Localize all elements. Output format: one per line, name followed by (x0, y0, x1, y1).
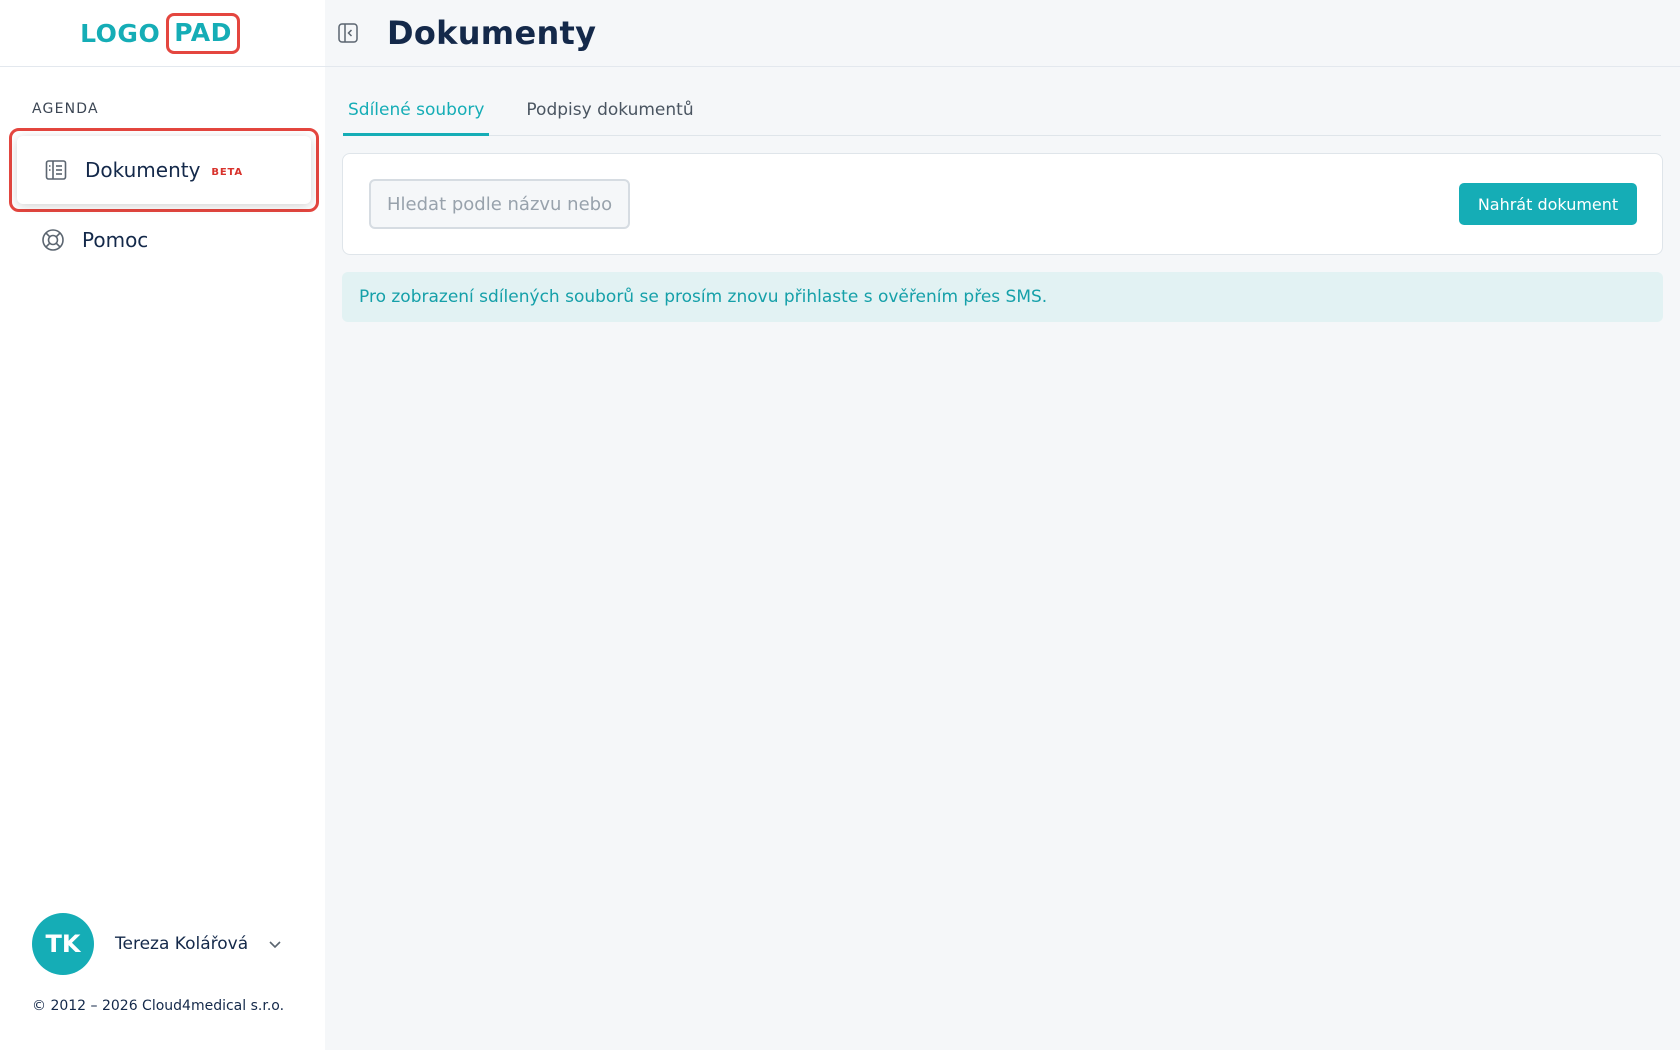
chevron-down-icon[interactable] (268, 937, 282, 951)
copyright: © 2012 – 2026 Cloud4medical s.r.o. (32, 998, 285, 1014)
lifebuoy-icon (40, 227, 66, 253)
tab-bar: Sdílené soubory Podpisy dokumentů (343, 88, 1661, 136)
user-name: Tereza Kolářová (115, 934, 249, 954)
avatar: TK (32, 913, 94, 975)
search-input[interactable] (369, 179, 630, 229)
logo-row: LOGO PAD (0, 0, 325, 67)
toolbar-card: Nahrát dokument (342, 153, 1663, 255)
beta-badge: BETA (211, 166, 243, 178)
document-list-icon (43, 157, 69, 183)
sidebar-item-dokumenty-highlight: Dokumenty BETA (9, 128, 319, 212)
page-title: Dokumenty (387, 14, 597, 52)
sidebar-item-pomoc[interactable]: Pomoc (9, 222, 319, 258)
sidebar-collapse-icon[interactable] (335, 20, 361, 46)
main-content: Dokumenty Sdílené soubory Podpisy dokume… (325, 0, 1680, 1050)
upload-document-button[interactable]: Nahrát dokument (1459, 183, 1637, 225)
sidebar-item-label: Pomoc (82, 228, 149, 252)
info-banner: Pro zobrazení sdílených souborů se prosí… (342, 272, 1663, 322)
sidebar-item-dokumenty[interactable]: Dokumenty BETA (17, 136, 311, 204)
logo-text-left: LOGO (80, 18, 161, 48)
logo-text-right: PAD (166, 12, 240, 54)
sidebar: LOGO PAD AGENDA Dokumenty BETA Pomoc TK … (0, 0, 325, 1050)
page-header: Dokumenty (325, 0, 1680, 67)
tab-sdilene-soubory[interactable]: Sdílené soubory (343, 88, 490, 136)
tab-podpisy-dokumentu[interactable]: Podpisy dokumentů (522, 88, 697, 136)
section-label-agenda: AGENDA (32, 101, 99, 117)
user-menu[interactable]: TK Tereza Kolářová (32, 913, 302, 975)
logo[interactable]: LOGO PAD (80, 12, 240, 54)
sidebar-item-label: Dokumenty (85, 158, 201, 182)
